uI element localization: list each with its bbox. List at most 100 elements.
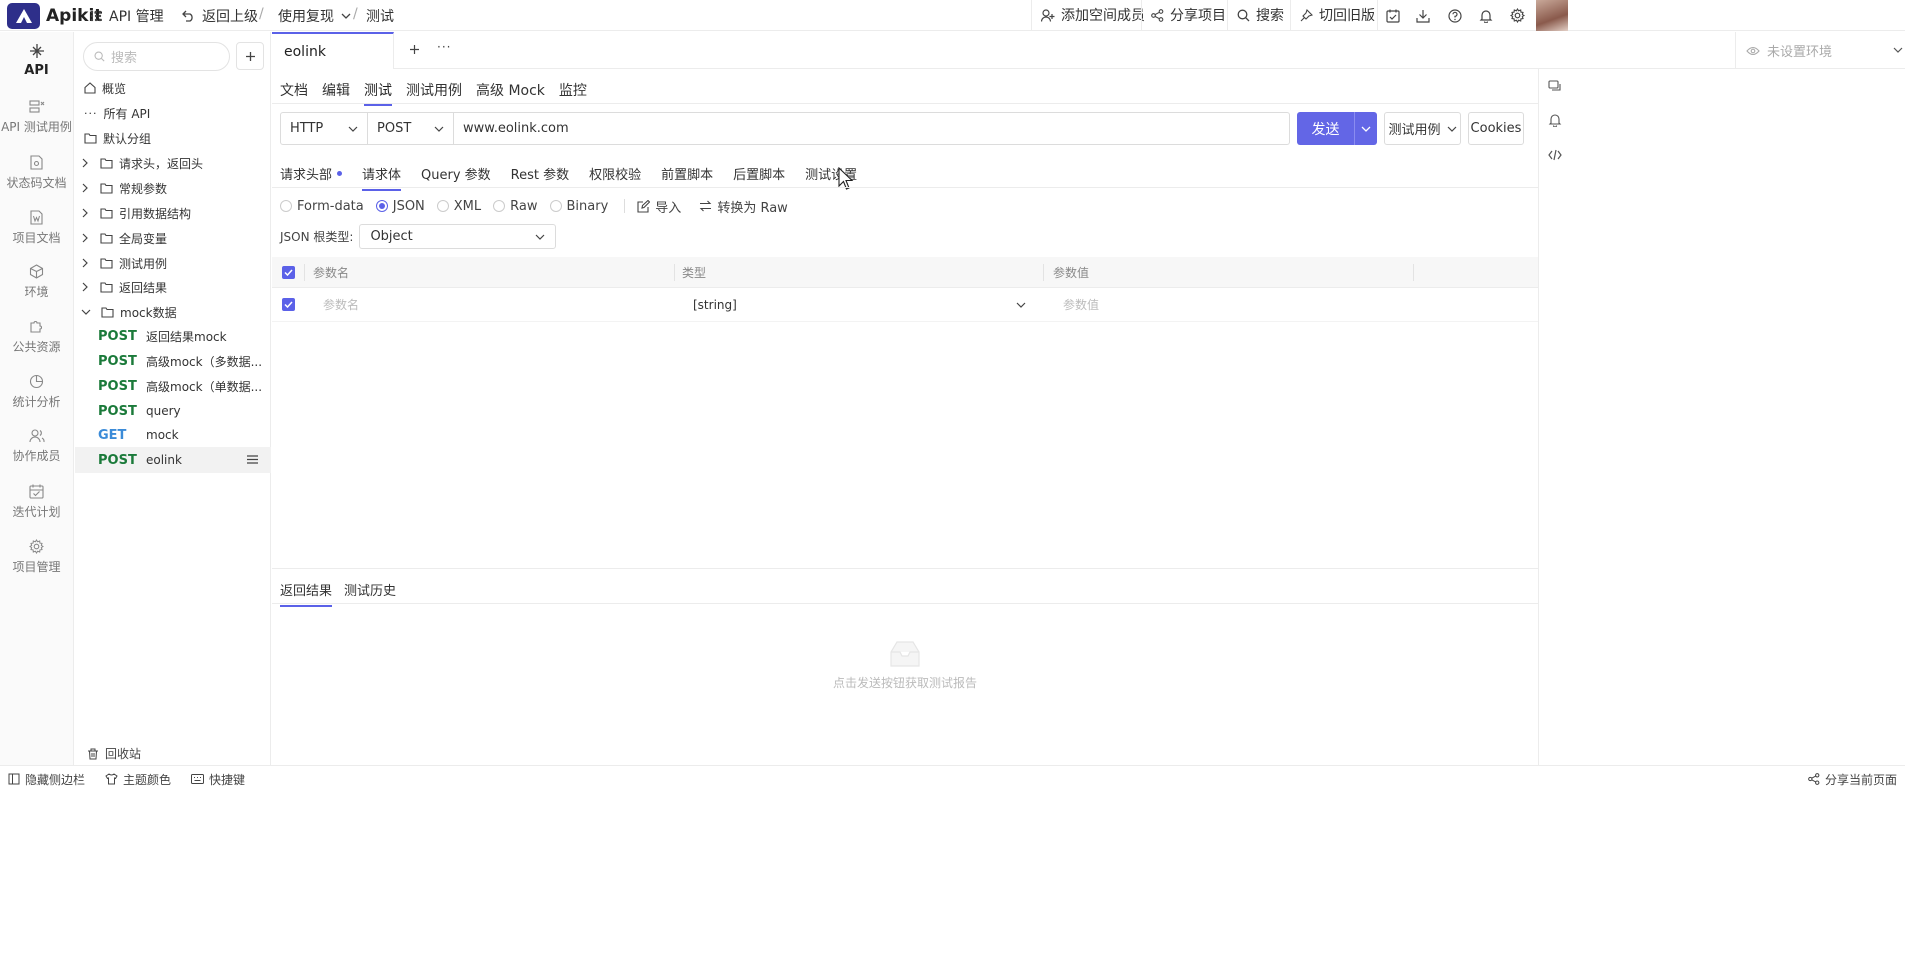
select-all-checkbox[interactable] <box>282 266 295 279</box>
convert-icon <box>699 200 712 212</box>
radio-form-data[interactable]: Form-data <box>280 199 364 214</box>
project-switcher[interactable]: 使用复现 <box>278 0 351 31</box>
recycle-bin[interactable]: 回收站 <box>87 745 141 762</box>
hide-sidebar-button[interactable]: 隐藏侧边栏 <box>8 766 85 792</box>
rail-item-statistics[interactable]: 统计分析 <box>0 374 73 410</box>
param-name-input[interactable]: 参数名 <box>323 288 359 321</box>
tree-folder[interactable]: 请求头，返回头 <box>75 150 271 176</box>
tree-folder[interactable]: 引用数据结构 <box>75 200 271 226</box>
user-avatar[interactable] <box>1536 0 1568 31</box>
import-button[interactable]: 导入 <box>637 197 681 216</box>
share-project-button[interactable]: 分享项目 <box>1141 0 1235 30</box>
method-badge: POST <box>98 452 137 468</box>
cookies-button[interactable]: Cookies <box>1468 112 1524 145</box>
tree-api-item[interactable]: POST 高级mock（单数据... <box>75 373 271 399</box>
radio-json[interactable]: JSON <box>375 198 425 214</box>
tab-test[interactable]: 测试 <box>364 80 392 106</box>
undo-icon <box>182 10 193 22</box>
menu-icon[interactable] <box>247 455 258 464</box>
api-manage-menu[interactable]: API 管理 <box>90 0 164 31</box>
search-icon <box>94 51 105 62</box>
code-icon[interactable] <box>1548 148 1562 162</box>
protocol-select[interactable]: HTTP <box>281 113 368 144</box>
radio-raw[interactable]: Raw <box>493 199 538 214</box>
tree-api-item[interactable]: GET mock <box>75 422 271 448</box>
param-value-input[interactable]: 参数值 <box>1063 288 1099 321</box>
tree-folder[interactable]: 全局变量 <box>75 225 271 251</box>
shortcuts-button[interactable]: 快捷键 <box>191 766 245 792</box>
radio-xml[interactable]: XML <box>436 199 481 214</box>
tree-folder-expanded[interactable]: mock数据 <box>75 299 271 325</box>
rail-item-members[interactable]: 协作成员 <box>0 429 73 464</box>
theme-color-button[interactable]: 主题颜色 <box>105 766 171 792</box>
radio-label: JSON <box>392 198 425 214</box>
rail-item-project-doc[interactable]: 项目文档 <box>0 210 73 246</box>
chevron-right-icon <box>82 233 88 243</box>
folder-icon <box>100 281 113 293</box>
recycle-label: 回收站 <box>105 747 142 761</box>
download-button[interactable] <box>1408 0 1438 31</box>
tree-folder[interactable]: 常规参数 <box>75 175 271 201</box>
convert-raw-button[interactable]: 转换为 Raw <box>699 197 788 216</box>
app-logo[interactable]: Apikit <box>7 3 102 29</box>
radio-button <box>493 200 506 212</box>
api-name: query <box>146 404 181 418</box>
rail-item-api[interactable]: API <box>0 43 73 78</box>
old-version-button[interactable]: 切回旧版 <box>1290 0 1384 30</box>
add-member-button[interactable]: 添加空间成员 <box>1031 0 1154 30</box>
send-dropdown[interactable] <box>1354 112 1377 145</box>
tab-eolink[interactable]: eolink <box>272 32 394 69</box>
param-type-select[interactable]: [string] <box>693 288 737 321</box>
tree-api-item-selected[interactable]: POST eolink <box>75 447 271 473</box>
tab-advanced-mock[interactable]: 高级 Mock <box>476 80 545 104</box>
send-button[interactable]: 发送 <box>1297 112 1377 145</box>
rail-item-project-manage[interactable]: 项目管理 <box>0 539 73 575</box>
method-select[interactable]: POST <box>368 113 454 144</box>
tree-folder[interactable]: 测试用例 <box>75 250 271 276</box>
tree-api-item[interactable]: POST 返回结果mock <box>75 323 271 349</box>
add-api-button[interactable] <box>236 42 264 70</box>
notification-button[interactable] <box>1471 0 1501 31</box>
tab-test-case[interactable]: 测试用例 <box>406 80 462 104</box>
rail-item-common-resources[interactable]: 公共资源 <box>0 319 73 355</box>
url-input[interactable] <box>454 113 1289 144</box>
tree-api-item[interactable]: POST 高级mock（多数据... <box>75 348 271 374</box>
plus-icon <box>410 45 419 54</box>
tree-item-overview[interactable]: 概览 <box>75 75 271 101</box>
search-button[interactable]: 搜索 <box>1227 0 1293 30</box>
share-icon <box>1808 773 1820 785</box>
tree-group-default[interactable]: 默认分组 <box>75 125 271 151</box>
test-case-label: 测试用例 <box>1388 123 1441 138</box>
share-page-button[interactable]: 分享当前页面 <box>1808 766 1897 792</box>
method-badge: GET <box>98 427 127 443</box>
environment-selector[interactable]: 未设置环境 <box>1735 32 1905 69</box>
chevron-right-icon <box>82 282 88 292</box>
more-tabs-icon[interactable]: ··· <box>437 40 451 54</box>
row-checkbox[interactable] <box>282 298 295 311</box>
rail-item-status-code[interactable]: 状态码文档 <box>0 155 73 191</box>
tree-item-all-api[interactable]: ··· 所有 API <box>75 100 271 126</box>
rail-item-environment[interactable]: 环境 <box>0 264 73 300</box>
radio-binary[interactable]: Binary <box>549 199 608 214</box>
calendar-check-icon <box>1385 9 1400 23</box>
folder-icon <box>100 157 113 169</box>
calendar-check-button[interactable] <box>1377 0 1407 31</box>
tab-edit[interactable]: 编辑 <box>322 80 350 104</box>
rail-item-iteration[interactable]: 迭代计划 <box>0 484 73 520</box>
comment-icon[interactable] <box>1548 79 1562 93</box>
chevron-down-icon <box>1361 126 1371 132</box>
json-root-label: JSON 根类型: <box>280 230 354 244</box>
tree-search[interactable]: 搜索 <box>83 42 230 71</box>
test-case-dropdown[interactable]: 测试用例 <box>1384 112 1461 145</box>
rail-item-test-case[interactable]: API 测试用例 <box>0 100 73 135</box>
bell-icon[interactable] <box>1548 113 1562 127</box>
help-button[interactable] <box>1440 0 1470 31</box>
tree-folder[interactable]: 返回结果 <box>75 274 271 300</box>
json-root-select[interactable]: Object <box>359 224 557 249</box>
tab-monitor[interactable]: 监控 <box>559 80 587 104</box>
tab-doc[interactable]: 文档 <box>280 80 308 104</box>
back-button[interactable]: 返回上级 <box>182 0 258 31</box>
tree-api-item[interactable]: POST query <box>75 398 271 424</box>
new-tab-button[interactable] <box>409 44 420 55</box>
settings-button[interactable] <box>1502 0 1532 31</box>
